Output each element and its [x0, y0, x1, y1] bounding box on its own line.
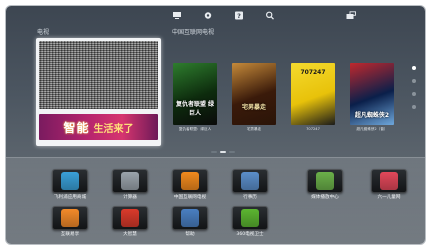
search-icon[interactable]: [265, 11, 275, 20]
stock-app-icon: [121, 209, 139, 227]
tv-guard-icon: [241, 209, 259, 227]
switch-screen-icon[interactable]: [346, 11, 356, 20]
promo-banner[interactable]: 智能 生活来了: [39, 114, 158, 140]
poster-art-text: 超凡蜘蛛侠2: [354, 112, 390, 119]
app-tile-bg: [371, 169, 407, 193]
app-label: 媒体播放中心: [311, 195, 339, 200]
tv-section-label: 电视: [37, 29, 50, 36]
media-icon[interactable]: [172, 11, 182, 20]
help-icon[interactable]: ?: [234, 11, 244, 20]
app-tile-bg: [232, 169, 268, 193]
poster-art-text: 707247: [300, 69, 326, 76]
svg-text:?: ?: [237, 12, 241, 20]
internet-tv-section-label: 中国互联网电视: [172, 29, 215, 36]
indicator-dot[interactable]: [412, 92, 416, 96]
smart-tv-home: ? 电视 中国互联网电视 智能 生活来了 复仇者联盟 绿巨人 复仇者联盟：绿巨人…: [6, 6, 425, 244]
banner-text-big: 智能: [63, 120, 90, 135]
app-tile-bg: [307, 169, 343, 193]
app-label: 飞利浦应用商城: [53, 195, 87, 200]
app-label: 计算器: [123, 195, 137, 200]
help-book-icon: [181, 209, 199, 227]
page-dot[interactable]: [229, 151, 235, 153]
app-tile-bg: [52, 206, 88, 230]
media-center-icon: [316, 172, 334, 190]
app-label: 六一儿童网: [377, 195, 401, 200]
poster-item[interactable]: 707247: [291, 63, 335, 125]
settings-gear-icon[interactable]: [203, 11, 213, 20]
app-tile[interactable]: 帮助: [172, 206, 208, 237]
app-tile-bg: [112, 169, 148, 193]
app-label: 大智慧: [123, 232, 137, 237]
app-label: 中国互联网电视: [173, 195, 207, 200]
app-tile-bg: [52, 169, 88, 193]
page-dot[interactable]: [220, 151, 226, 153]
page-dot[interactable]: [211, 151, 217, 153]
calendar-icon: [241, 172, 259, 190]
app-tile[interactable]: 360电视卫士: [232, 206, 268, 237]
poster-art-text: 宅男暴走: [241, 104, 266, 111]
app-store-icon: [61, 172, 79, 190]
poster-item[interactable]: 超凡蜘蛛侠2: [350, 63, 394, 125]
app-tile[interactable]: 计算器: [112, 169, 148, 200]
poster-caption: 宅男暴走: [246, 127, 262, 131]
poster-caption: 超凡蜘蛛侠2（普）: [356, 127, 388, 131]
carousel-page-indicator: [211, 151, 235, 153]
app-tile-bg: [232, 206, 268, 230]
app-label: 行事历: [243, 195, 257, 200]
app-tile[interactable]: 媒体播放中心: [307, 169, 343, 200]
app-label: 帮助: [185, 232, 195, 237]
indicator-dot[interactable]: [412, 79, 416, 83]
poster-item[interactable]: 复仇者联盟 绿巨人: [173, 63, 217, 125]
top-bar: ?: [6, 6, 425, 26]
app-tile[interactable]: 飞利浦应用商城: [52, 169, 88, 200]
app-tile[interactable]: 互联易享: [52, 206, 88, 237]
kids-net-icon: [380, 172, 398, 190]
indicator-dot[interactable]: [412, 66, 416, 70]
calculator-icon: [121, 172, 139, 190]
carousel-side-indicator: [412, 66, 416, 118]
app-tile-bg: [112, 206, 148, 230]
internet-tv-icon: [181, 172, 199, 190]
poster-item[interactable]: 宅男暴走: [232, 63, 276, 125]
poster-caption: 复仇者联盟：绿巨人: [178, 127, 212, 131]
tv-static-screen: [39, 41, 158, 109]
app-tile[interactable]: 六一儿童网: [371, 169, 407, 200]
app-tile[interactable]: 行事历: [232, 169, 268, 200]
poster-art: [232, 63, 276, 125]
app-label: 360电视卫士: [236, 232, 264, 237]
app-label: 互联易享: [60, 232, 80, 237]
share-icon: [61, 209, 79, 227]
indicator-dot[interactable]: [412, 105, 416, 109]
app-tile-bg: [172, 206, 208, 230]
app-tile[interactable]: 大智慧: [112, 206, 148, 237]
app-tile[interactable]: 中国互联网电视: [172, 169, 208, 200]
poster-caption: 707247: [306, 127, 320, 131]
app-tile-bg: [172, 169, 208, 193]
poster-art-text: 复仇者联盟 绿巨人: [175, 101, 215, 117]
live-tv-preview[interactable]: 智能 生活来了: [36, 38, 161, 146]
banner-text-small: 生活来了: [93, 123, 134, 135]
